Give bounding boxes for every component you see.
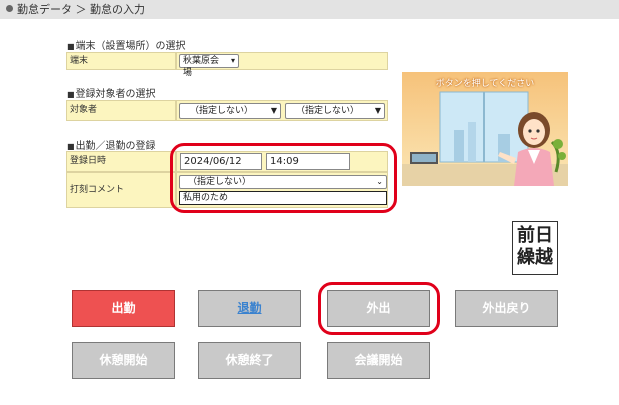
illustration-caption: ボタンを押してください [435,79,535,89]
prev-day-line1: 前日 [517,225,553,246]
meeting-start-button[interactable]: 会議開始 [327,342,430,379]
target-select-1[interactable]: （指定しない） ▼ [179,103,281,119]
guide-illustration: ボタンを押してください [402,72,568,186]
dropdown-arrow-icon: ▼ [374,106,381,115]
bullet-icon [6,5,13,12]
target-select-2[interactable]: （指定しない） ▼ [285,103,385,119]
chevron-down-icon: ▾ [230,56,235,65]
terminal-label: 端末 [66,52,176,70]
prev-day-carryover-button[interactable]: 前日 繰越 [512,221,558,275]
target-select-2-value: （指定しない） [296,106,360,116]
target-section-title: 登録対象者の選択 [67,85,156,100]
breadcrumb-text: 勤怠データ ＞ 勤怠の入力 [17,3,145,16]
prev-day-line2: 繰越 [517,247,553,268]
terminal-select-value: 秋葉原会場 [183,56,220,78]
comment-label: 打刻コメント [66,172,176,208]
breadcrumb: 勤怠データ ＞ 勤怠の入力 [0,0,619,19]
highlight-frame-inputs [170,143,397,213]
highlight-frame-go-out [318,282,440,335]
checkout-button[interactable]: 退勤 [198,290,301,327]
break-start-button[interactable]: 休憩開始 [72,342,175,379]
target-label: 対象者 [66,100,176,121]
return-button[interactable]: 外出戻り [455,290,558,327]
terminal-select[interactable]: 秋葉原会場 ▾ [179,54,239,78]
date-label: 登録日時 [66,151,176,172]
punch-section-title: 出勤／退勤の登録 [67,137,156,152]
break-end-button[interactable]: 休憩終了 [198,342,301,379]
checkin-button[interactable]: 出勤 [72,290,175,327]
target-select-1-value: （指定しない） [190,106,254,116]
office-scene-image [402,72,568,186]
dropdown-arrow-icon: ▼ [270,106,277,115]
terminal-section-title: 端末（設置場所）の選択 [67,37,186,52]
